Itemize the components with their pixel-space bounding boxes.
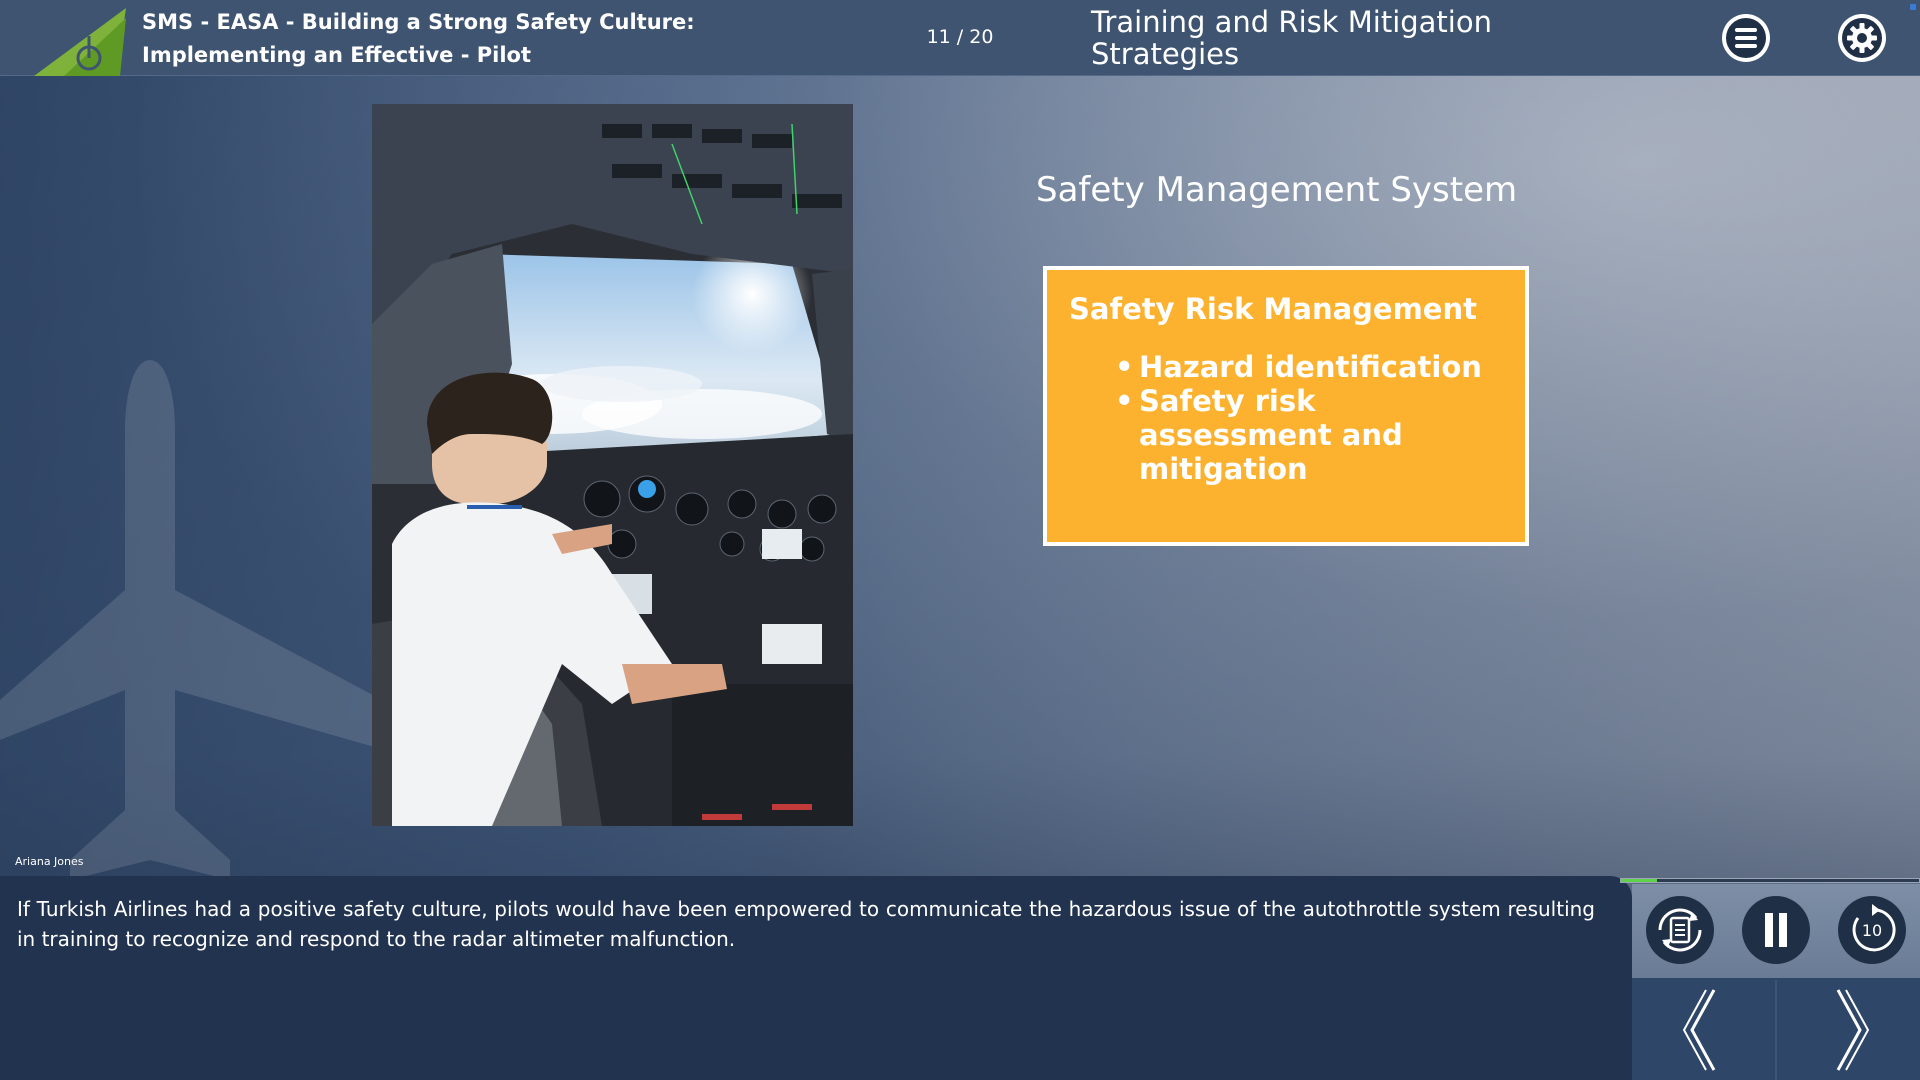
replay-10-icon: 10 [1852, 904, 1896, 952]
course-title-line1: SMS - EASA - Building a Strong Safety Cu… [142, 10, 695, 34]
slide-heading: Safety Management System [1036, 170, 1518, 210]
pilot-cockpit-photo [372, 104, 853, 826]
gear-icon [1842, 18, 1882, 58]
progress-bar[interactable] [1620, 878, 1920, 883]
narrator-name: Ariana Jones [15, 855, 84, 868]
player-controls: 10 [1632, 884, 1920, 1080]
pause-button[interactable] [1742, 896, 1810, 964]
srm-title: Safety Risk Management [1069, 292, 1477, 326]
corner-indicator [1910, 4, 1916, 10]
pause-icon [1765, 913, 1787, 947]
top-bar: SMS - EASA - Building a Strong Safety Cu… [0, 0, 1920, 76]
section-title-line2: Strategies [1091, 37, 1240, 71]
chevron-left-icon [1682, 989, 1716, 1071]
airplane-watermark-icon [0, 360, 420, 880]
controls-top-row: 10 [1632, 884, 1920, 978]
chevron-right-icon [1836, 989, 1870, 1071]
caption-panel: If Turkish Airlines had a positive safet… [0, 876, 1632, 1080]
settings-button[interactable] [1838, 14, 1886, 62]
progress-fill [1621, 879, 1657, 882]
srm-bullet-item: Safety risk assessment and mitigation [1115, 384, 1503, 486]
srm-bullet-item: Hazard identification [1115, 350, 1503, 384]
transcript-button[interactable] [1646, 896, 1714, 964]
previous-page-button[interactable] [1632, 980, 1775, 1080]
section-title: Training and Risk Mitigation Strategies [1091, 6, 1541, 70]
transcript-refresh-icon [1658, 908, 1702, 952]
course-title: SMS - EASA - Building a Strong Safety Cu… [142, 6, 762, 72]
next-page-button[interactable] [1777, 980, 1920, 1080]
replay-10-button[interactable]: 10 [1838, 896, 1906, 964]
replay-10-label: 10 [1862, 921, 1882, 940]
hamburger-menu-icon [1726, 18, 1766, 58]
menu-button[interactable] [1722, 14, 1770, 62]
course-title-line2: Implementing an Effective - Pilot [142, 43, 532, 67]
safety-risk-management-box: Safety Risk Management Hazard identifica… [1043, 266, 1529, 546]
srm-bullet-list: Hazard identification Safety risk assess… [1069, 350, 1503, 486]
airline-tail-logo-icon [34, 8, 126, 76]
caption-text: If Turkish Airlines had a positive safet… [17, 897, 1595, 951]
page-counter: 11 / 20 [926, 26, 994, 48]
section-title-line1: Training and Risk Mitigation [1091, 5, 1492, 39]
